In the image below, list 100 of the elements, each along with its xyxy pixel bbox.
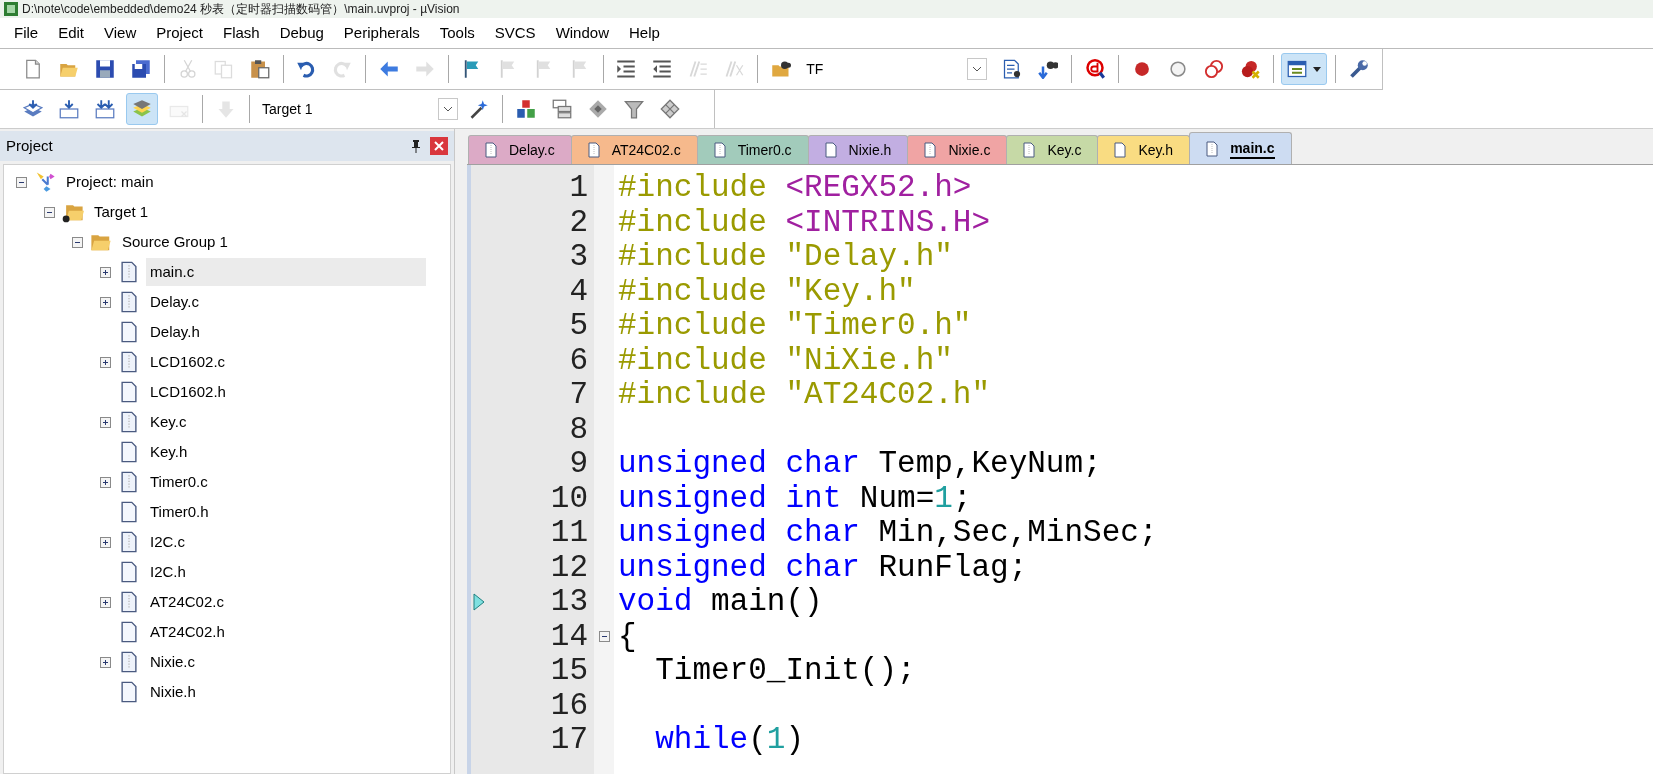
code-line: void main(): [618, 585, 823, 620]
code-line: #include <INTRINS.H>: [618, 205, 991, 240]
tree-item[interactable]: main.c: [146, 258, 426, 286]
file-icon: [118, 621, 140, 643]
expand-icon[interactable]: [99, 296, 111, 308]
circle-icon: [1167, 59, 1188, 79]
line-number: 14: [550, 619, 588, 654]
file-icon: [822, 141, 839, 159]
tree-item[interactable]: Key.c: [146, 408, 191, 436]
menu-item[interactable]: Help: [619, 18, 670, 48]
circles-icon: [1203, 59, 1224, 79]
clipboard-icon: [249, 59, 270, 79]
collapse-icon[interactable]: [71, 236, 83, 248]
menu-item[interactable]: Debug: [269, 18, 334, 48]
app-icon: [4, 2, 18, 16]
editor-tab[interactable]: main.c: [1189, 132, 1292, 164]
code-line: #include "Delay.h": [618, 240, 953, 275]
expand-icon[interactable]: [99, 266, 111, 278]
debug-icon: [1084, 59, 1105, 79]
expand-icon[interactable]: [99, 536, 111, 548]
layers-button[interactable]: [126, 93, 158, 125]
collapse-icon[interactable]: [43, 206, 55, 218]
file-icon: [1021, 141, 1038, 159]
panel-title: Project: [6, 135, 54, 156]
tree-item[interactable]: I2C.h: [146, 558, 190, 586]
code-line: while(1): [654, 723, 805, 758]
outdent-icon: [652, 59, 673, 79]
editor-tab[interactable]: Nixie.h: [807, 135, 909, 164]
expand-icon[interactable]: [99, 476, 111, 488]
file-icon: [118, 411, 140, 433]
menu-item[interactable]: Flash: [212, 18, 270, 48]
tree-item[interactable]: I2C.c: [146, 528, 189, 556]
expand-icon[interactable]: [99, 596, 111, 608]
file-icon: [118, 561, 140, 583]
funnel-icon: [624, 99, 644, 119]
tree-item[interactable]: Delay.h: [146, 318, 204, 346]
expand-icon[interactable]: [99, 416, 111, 428]
tree-item[interactable]: Timer0.c: [146, 468, 212, 496]
editor-tab[interactable]: Timer0.c: [696, 135, 809, 164]
tree-item[interactable]: AT24C02.h: [146, 618, 229, 646]
window-title: D:\note\code\embedded\demo24 秒表（定时器扫描数码管）\main.uvproj - µVision: [22, 2, 460, 16]
fold-icon[interactable]: [598, 631, 610, 643]
collapse-icon[interactable]: [15, 176, 27, 188]
find-combo[interactable]: TF: [802, 57, 988, 81]
tree-item[interactable]: Nixie.c: [146, 648, 199, 676]
editor-tab[interactable]: AT24C02.c: [570, 135, 698, 164]
magic-wand-icon: [469, 99, 489, 119]
menu-item[interactable]: Edit: [48, 18, 95, 48]
menu-item[interactable]: SVCS: [484, 18, 546, 48]
line-number: 13: [550, 585, 588, 620]
editor-tab[interactable]: Nixie.c: [907, 135, 1008, 164]
folder-search-icon: [771, 59, 792, 79]
menu-item[interactable]: File: [4, 18, 49, 48]
pin-icon[interactable]: [410, 139, 422, 153]
tree-item[interactable]: Nixie.h: [146, 678, 200, 706]
line-number: 10: [550, 481, 588, 516]
line-number: 1: [569, 171, 588, 206]
line-number: 4: [569, 274, 588, 309]
target-select[interactable]: Target 1: [258, 97, 458, 121]
line-number: 3: [569, 240, 588, 275]
editor-tab[interactable]: Key.h: [1097, 135, 1191, 164]
windows-icon: [552, 99, 572, 119]
file-icon: [1112, 141, 1129, 159]
tree-item[interactable]: Delay.c: [146, 288, 203, 316]
tree-item[interactable]: Source Group 1: [118, 228, 232, 256]
menu-item[interactable]: Project: [146, 18, 213, 48]
window-layout-icon: [1287, 59, 1308, 79]
code-line: unsigned char RunFlag;: [618, 550, 1028, 585]
tree-item[interactable]: AT24C02.c: [146, 588, 228, 616]
tree-item[interactable]: Key.h: [146, 438, 192, 466]
editor-tab[interactable]: Key.c: [1006, 135, 1099, 164]
file-icon: [118, 381, 140, 403]
tree-item[interactable]: LCD1602.h: [146, 378, 230, 406]
undo-icon: [296, 59, 317, 79]
line-number: 7: [569, 378, 588, 413]
document-icon: [23, 59, 43, 79]
menu-item[interactable]: Tools: [429, 18, 485, 48]
wrench-icon: [1348, 59, 1369, 79]
tree-item[interactable]: Target 1: [90, 198, 153, 226]
left-arrow-icon: [379, 59, 400, 79]
file-icon: [118, 441, 140, 463]
binoculars-icon: [1038, 59, 1059, 79]
diamond-icon: [588, 99, 608, 119]
floppy-disks-icon: [131, 59, 151, 79]
editor-tab[interactable]: Delay.c: [468, 135, 572, 164]
code-line: unsigned char Min,Sec,MinSec;: [618, 516, 1158, 551]
close-icon[interactable]: [430, 137, 448, 155]
expand-icon[interactable]: [99, 656, 111, 668]
tree-item[interactable]: Timer0.h: [146, 498, 213, 526]
tree-item[interactable]: Project: main: [62, 168, 158, 196]
menu-item[interactable]: View: [94, 18, 147, 48]
window-layout-button[interactable]: [1281, 53, 1328, 85]
file-icon: [483, 141, 499, 159]
code-line: #include "NiXie.h": [618, 343, 953, 378]
tree-item[interactable]: LCD1602.c: [146, 348, 230, 376]
menu-item[interactable]: Window: [545, 18, 619, 48]
expand-icon[interactable]: [99, 356, 111, 368]
uncomment-lines-icon: [724, 59, 745, 79]
code-line: {: [618, 619, 637, 654]
menu-item[interactable]: Peripherals: [333, 18, 430, 48]
